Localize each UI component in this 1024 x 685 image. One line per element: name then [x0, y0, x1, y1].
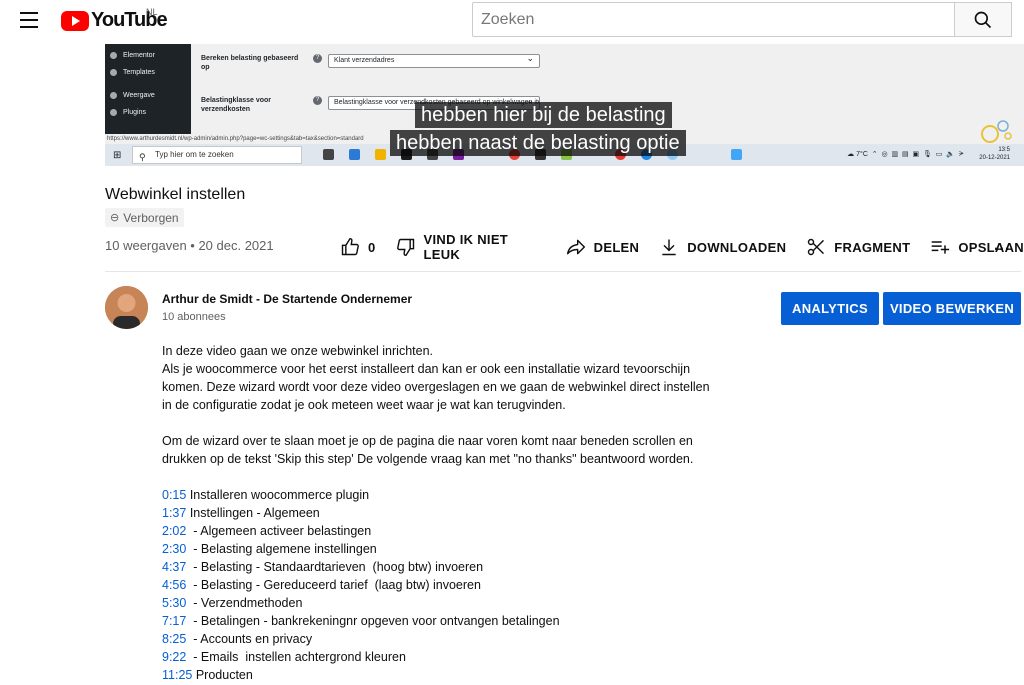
more-options-button[interactable]: ...: [994, 237, 1010, 255]
youtube-play-icon: [61, 10, 89, 31]
taskbar-clock: 13:5 20-12-2021: [979, 147, 1010, 161]
wp-select: Klant verzendadres: [328, 52, 540, 68]
divider: [105, 271, 1021, 272]
download-icon: [659, 237, 679, 257]
playlist-add-icon: [930, 237, 950, 257]
scissors-icon: [806, 237, 826, 257]
dislike-button[interactable]: VIND IK NIET LEUK: [396, 232, 546, 262]
plugin-icon: [110, 109, 117, 116]
watermark-logo: [981, 120, 1012, 143]
task-view-icon: [323, 149, 334, 160]
subtitle-line: hebben hier bij de belasting: [415, 102, 672, 128]
subscriber-count: 10 abonnees: [162, 311, 226, 323]
chapter-list: 0:15 Installeren woocommerce plugin 1:37…: [162, 486, 722, 684]
chapter-item: 2:02 - Algemeen activeer belastingen: [162, 524, 372, 538]
timestamp-link[interactable]: 1:37: [162, 506, 186, 520]
timestamp-link[interactable]: 8:25: [162, 632, 186, 646]
chapter-item: 0:15 Installeren woocommerce plugin: [162, 488, 370, 502]
wp-sidebar-item: Templates: [105, 67, 191, 78]
like-button[interactable]: 0: [340, 237, 376, 257]
video-player[interactable]: Elementor Templates Weergave Plugins Ber…: [105, 44, 1024, 166]
weather-tray: ☁ 7°C ⌃ ◎ ▥ ▤ ▣ 🎙 ▭ 🔈 ᗒ: [847, 151, 964, 158]
clip-button[interactable]: FRAGMENT: [806, 237, 910, 257]
chapter-item: 5:30 - Verzendmethoden: [162, 596, 303, 610]
folder-icon: [375, 149, 386, 160]
video-title: Webwinkel instellen: [105, 186, 246, 203]
chapter-item: 4:56 - Belasting - Gereduceerd tarief (l…: [162, 578, 481, 592]
search-icon: [974, 11, 992, 28]
templates-icon: [110, 69, 117, 76]
windows-start-icon: ⊞: [113, 150, 122, 161]
thumbs-up-icon: [340, 237, 360, 257]
app-icon: [349, 149, 360, 160]
wp-admin-sidebar: Elementor Templates Weergave Plugins: [105, 44, 191, 134]
app-icon: [731, 149, 742, 160]
thumbs-down-icon: [396, 237, 416, 257]
chapter-item: 4:37 - Belasting - Standaardtarieven (ho…: [162, 560, 484, 574]
description-paragraph: Om de wizard over te slaan moet je op de…: [162, 434, 694, 466]
share-icon: [566, 237, 586, 257]
chapter-item: 7:17 - Betalingen - bankrekeningnr opgev…: [162, 614, 560, 628]
timestamp-link[interactable]: 2:30: [162, 542, 186, 556]
download-button[interactable]: DOWNLOADEN: [659, 237, 786, 257]
country-code: NL: [146, 7, 158, 17]
wp-sidebar-item: Weergave: [105, 90, 191, 101]
search-icon: ⚲: [139, 152, 146, 162]
channel-avatar[interactable]: [105, 286, 148, 329]
brush-icon: [110, 92, 117, 99]
analytics-button[interactable]: ANALYTICS: [781, 292, 879, 325]
video-description: In deze video gaan we onze webwinkel inr…: [162, 342, 722, 684]
link-icon: ⊖: [110, 212, 120, 224]
video-actions: 0 VIND IK NIET LEUK DELEN DOWNLOADEN FRA…: [340, 232, 1024, 262]
edit-video-button[interactable]: VIDEO BEWERKEN: [883, 292, 1021, 325]
top-bar: YouTube NL: [0, 0, 1024, 44]
wp-sidebar-item: Plugins: [105, 107, 191, 118]
subtitle-line: hebben naast de belasting optie: [390, 130, 686, 156]
avatar-image: [105, 286, 148, 329]
share-button[interactable]: DELEN: [566, 237, 640, 257]
description-paragraph: In deze video gaan we onze webwinkel inr…: [162, 344, 710, 412]
chapter-item: 8:25 - Accounts en privacy: [162, 632, 313, 646]
timestamp-link[interactable]: 4:37: [162, 560, 186, 574]
timestamp-link[interactable]: 11:25: [162, 668, 192, 682]
timestamp-link[interactable]: 7:17: [162, 614, 186, 628]
timestamp-link[interactable]: 9:22: [162, 650, 186, 664]
channel-name[interactable]: Arthur de Smidt - De Startende Onderneme…: [162, 292, 412, 306]
wp-sidebar-item: Elementor: [105, 50, 191, 61]
chapter-item: 9:22 - Emails instellen achtergrond kleu…: [162, 650, 406, 664]
taskbar-search: ⚲ Typ hier om te zoeken: [132, 146, 302, 164]
elementor-icon: [110, 52, 117, 59]
chapter-item: 1:37 Instellingen - Algemeen: [162, 506, 320, 520]
timestamp-link[interactable]: 5:30: [162, 596, 186, 610]
search-bar: [472, 2, 1012, 37]
timestamp-link[interactable]: 2:02: [162, 524, 186, 538]
help-icon: ?: [313, 96, 322, 105]
wp-setting-row: Bereken belasting gebaseerd op ? Klant v…: [201, 52, 540, 72]
menu-icon[interactable]: [20, 12, 38, 28]
timestamp-link[interactable]: 0:15: [162, 488, 186, 502]
help-icon: ?: [313, 54, 322, 63]
search-button[interactable]: [954, 2, 1012, 37]
chapter-item: 2:30 - Belasting algemene instellingen: [162, 542, 377, 556]
timestamp-link[interactable]: 4:56: [162, 578, 186, 592]
weather-icon: ☁: [847, 151, 855, 158]
chapter-item: 11:25 Producten: [162, 668, 253, 682]
visibility-badge: ⊖ Verborgen: [105, 208, 184, 227]
search-input[interactable]: [472, 2, 954, 37]
video-meta: 10 weergaven • 20 dec. 2021: [105, 238, 274, 253]
